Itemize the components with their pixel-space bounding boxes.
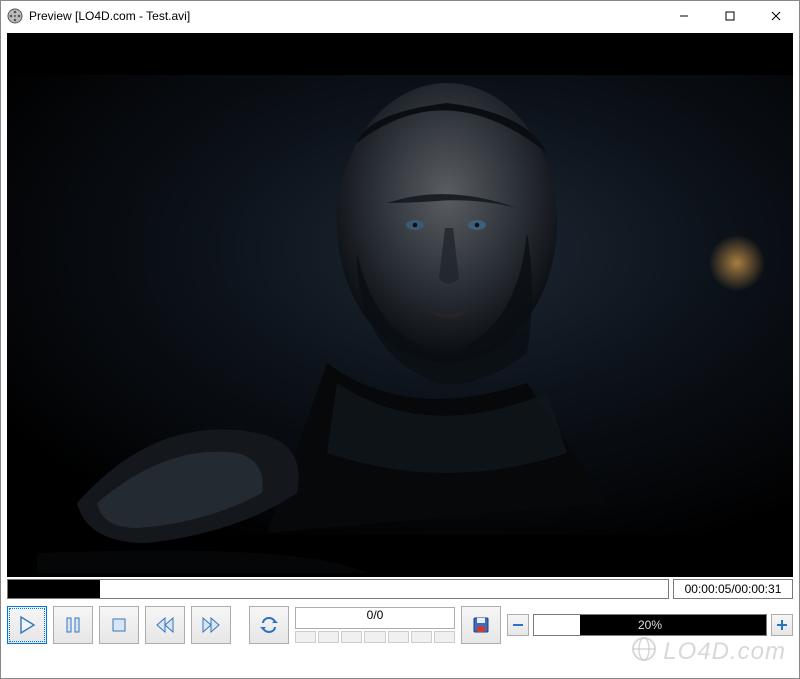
window-controls [661,1,799,31]
frame-tick[interactable] [341,631,362,643]
time-display: 00:00:05/00:00:31 [673,579,793,599]
seek-bar[interactable] [7,579,669,599]
frame-ticks [295,631,455,643]
frame-group: 0/0 [295,607,455,643]
speed-display[interactable]: 20% [533,614,767,636]
titlebar: Preview [LO4D.com - Test.avi] [1,1,799,31]
stop-icon [109,615,129,635]
speed-decrease-button[interactable] [507,614,529,636]
minimize-button[interactable] [661,1,707,31]
controls-row: 0/0 20% [7,605,793,645]
rewind-button[interactable] [145,606,185,644]
frame-tick[interactable] [411,631,432,643]
frame-tick[interactable] [295,631,316,643]
loop-icon [259,615,279,635]
minus-icon [512,619,524,631]
play-button[interactable] [7,606,47,644]
save-icon [471,615,491,635]
close-button[interactable] [753,1,799,31]
film-reel-icon [7,8,23,24]
speed-percent-label: 20% [638,618,662,632]
loop-button[interactable] [249,606,289,644]
speed-group: 20% [507,614,793,636]
pause-button[interactable] [53,606,93,644]
client-area: 00:00:05/00:00:31 0/0 [1,31,799,651]
window-title: Preview [LO4D.com - Test.avi] [29,9,661,23]
fast-forward-icon [201,615,221,635]
maximize-button[interactable] [707,1,753,31]
rewind-icon [155,615,175,635]
save-button[interactable] [461,606,501,644]
stop-button[interactable] [99,606,139,644]
video-viewport[interactable] [7,33,793,577]
frame-counter[interactable]: 0/0 [295,607,455,629]
frame-tick[interactable] [364,631,385,643]
frame-tick[interactable] [318,631,339,643]
speed-fill [534,615,580,635]
seek-progress-fill [8,580,100,598]
play-icon [17,615,37,635]
pause-icon [63,615,83,635]
plus-icon [776,619,788,631]
frame-tick[interactable] [388,631,409,643]
close-icon [771,11,781,21]
minimize-icon [679,11,689,21]
seek-row: 00:00:05/00:00:31 [7,579,793,599]
fast-forward-button[interactable] [191,606,231,644]
speed-increase-button[interactable] [771,614,793,636]
maximize-icon [725,11,735,21]
frame-tick[interactable] [434,631,455,643]
